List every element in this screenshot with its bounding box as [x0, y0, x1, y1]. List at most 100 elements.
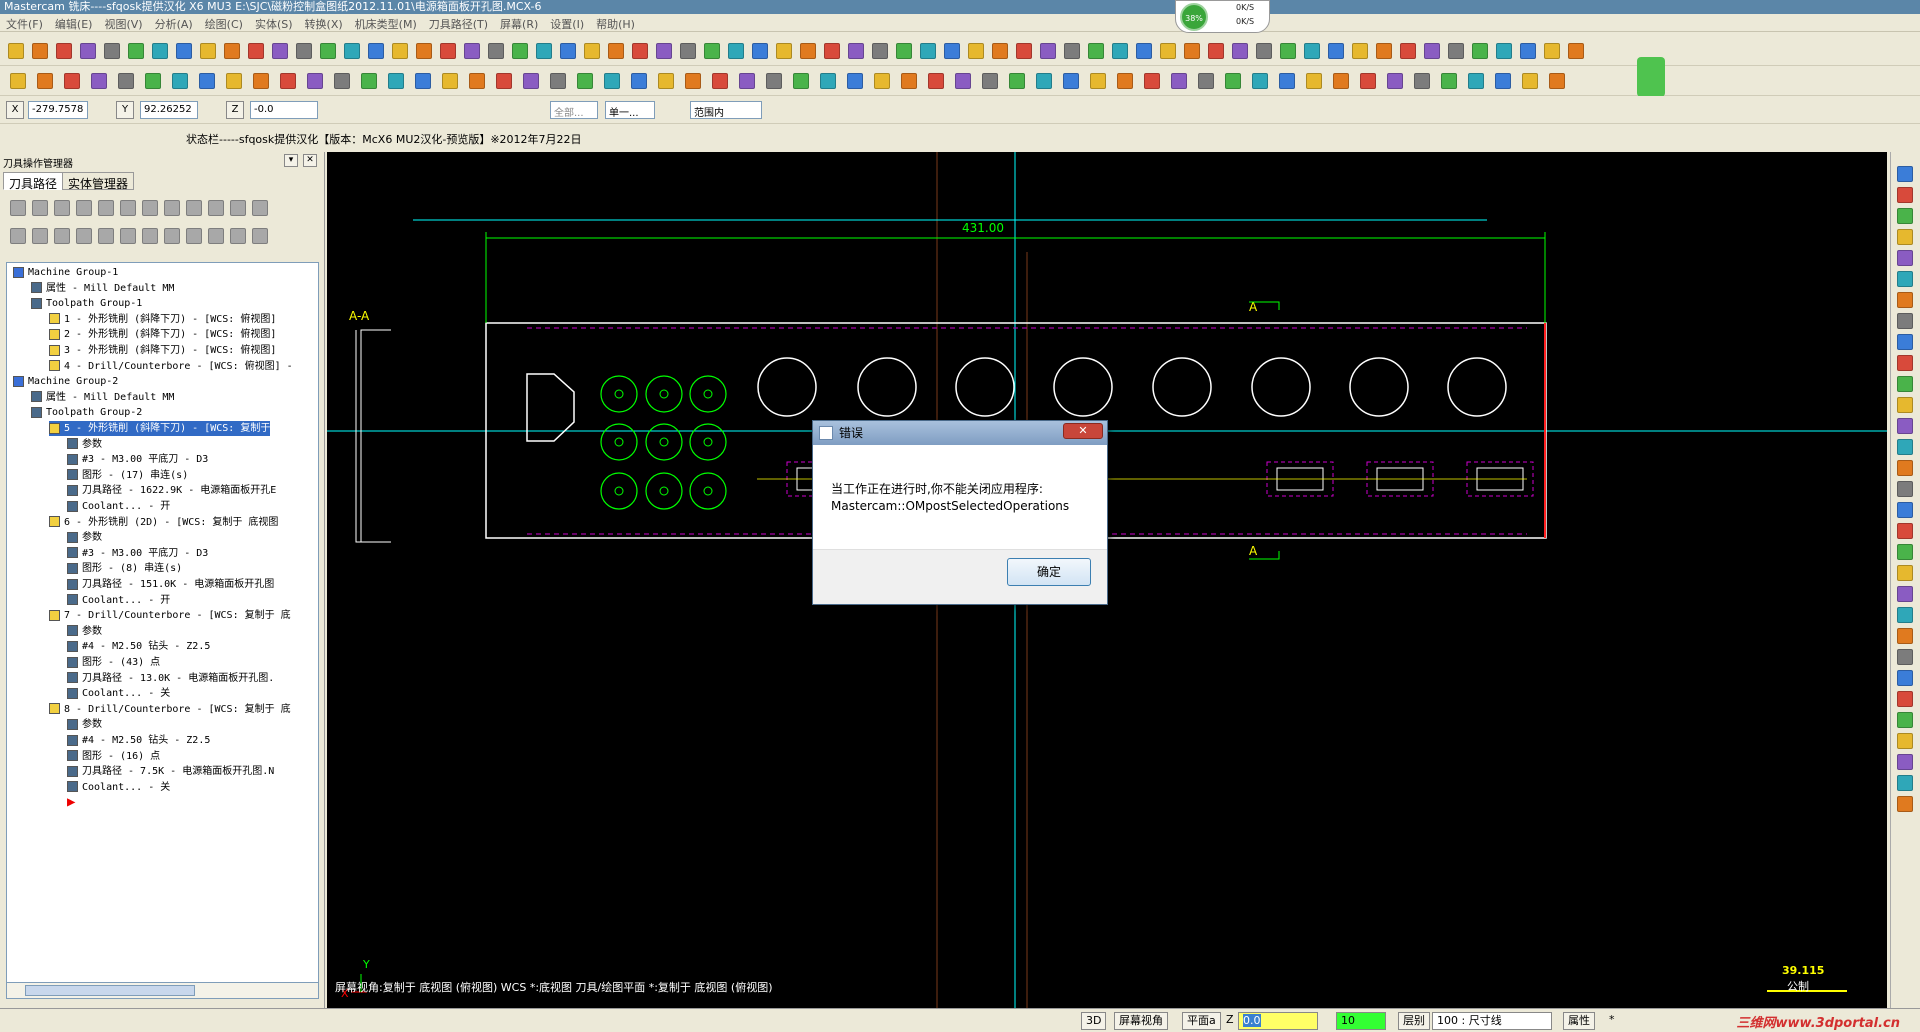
toolbar-button-icon[interactable]	[728, 43, 744, 59]
toolbar-button-icon[interactable]	[712, 73, 728, 89]
toolbar-button-icon[interactable]	[1544, 43, 1560, 59]
right-toolbar-icon[interactable]	[1897, 313, 1913, 329]
tree-node[interactable]: #4 - M2.50 钻头 - Z2.5	[67, 733, 210, 748]
tree-node[interactable]: 参数	[67, 624, 102, 639]
scrollbar-thumb[interactable]	[25, 985, 195, 996]
toolbar-button-icon[interactable]	[388, 73, 404, 89]
right-toolbar-icon[interactable]	[1897, 229, 1913, 245]
toolbar-button-icon[interactable]	[1090, 73, 1106, 89]
panel-toolbar-icon[interactable]	[142, 200, 158, 216]
right-toolbar-icon[interactable]	[1897, 334, 1913, 350]
attributes-button[interactable]: 属性	[1563, 1012, 1595, 1030]
toolbar-button-icon[interactable]	[200, 43, 216, 59]
right-toolbar-icon[interactable]	[1897, 565, 1913, 581]
menu-machine-type[interactable]: 机床类型(M)	[349, 14, 423, 34]
toolbar-button-icon[interactable]	[608, 43, 624, 59]
toolbar-button-icon[interactable]	[1063, 73, 1079, 89]
toolbar-button-icon[interactable]	[631, 73, 647, 89]
menu-file[interactable]: 文件(F)	[0, 14, 49, 34]
right-toolbar-icon[interactable]	[1897, 586, 1913, 602]
toolbar-button-icon[interactable]	[1424, 43, 1440, 59]
tree-node[interactable]: 参数	[67, 530, 102, 545]
panel-toolbar-icon[interactable]	[230, 200, 246, 216]
toolbar-button-icon[interactable]	[1414, 73, 1430, 89]
toolbar-button-icon[interactable]	[1304, 43, 1320, 59]
panel-toolbar-icon[interactable]	[230, 228, 246, 244]
btn-3d[interactable]: 3D	[1081, 1012, 1107, 1030]
panel-toolbar-icon[interactable]	[10, 200, 26, 216]
tree-node[interactable]: 参数	[67, 717, 102, 732]
toolbar-button-icon[interactable]	[8, 43, 24, 59]
right-toolbar-icon[interactable]	[1897, 523, 1913, 539]
toolbar-button-icon[interactable]	[496, 73, 512, 89]
toolbar-button-icon[interactable]	[1009, 73, 1025, 89]
toolbar-button-icon[interactable]	[56, 43, 72, 59]
toolbar-button-icon[interactable]	[1016, 43, 1032, 59]
toolbar-button-icon[interactable]	[118, 73, 134, 89]
toolbar-button-icon[interactable]	[685, 73, 701, 89]
panel-close-button[interactable]: ✕	[303, 154, 317, 167]
tree-node[interactable]: 参数	[67, 437, 102, 452]
toolbar-button-icon[interactable]	[1036, 73, 1052, 89]
toolbar-button-icon[interactable]	[280, 73, 296, 89]
right-toolbar-icon[interactable]	[1897, 271, 1913, 287]
toolbar-button-icon[interactable]	[1360, 73, 1376, 89]
toolbar-button-icon[interactable]	[1112, 43, 1128, 59]
tree-node[interactable]: 刀具路径 - 7.5K - 电源箱面板开孔图.N	[67, 764, 274, 779]
level-button[interactable]: 层别	[1398, 1012, 1430, 1030]
toolbar-button-icon[interactable]	[944, 43, 960, 59]
z-depth-input[interactable]: 0.0	[1238, 1012, 1318, 1030]
right-toolbar-icon[interactable]	[1897, 691, 1913, 707]
toolbar-button-icon[interactable]	[128, 43, 144, 59]
toolbar-button-icon[interactable]	[440, 43, 456, 59]
menu-help[interactable]: 帮助(H)	[590, 14, 641, 34]
ok-button[interactable]: 确定	[1007, 558, 1091, 586]
toolbar-button-icon[interactable]	[361, 73, 377, 89]
tab-toolpaths[interactable]: 刀具路径	[3, 172, 64, 191]
tree-node[interactable]: 图形 - (43) 点	[67, 655, 160, 670]
toolbar-button-icon[interactable]	[488, 43, 504, 59]
toolbar-button-icon[interactable]	[1160, 43, 1176, 59]
tree-node[interactable]: Machine Group-1	[13, 265, 118, 280]
toolbar-button-icon[interactable]	[847, 73, 863, 89]
toolbar-button-icon[interactable]	[469, 73, 485, 89]
panel-toolbar-icon[interactable]	[186, 228, 202, 244]
toolbar-button-icon[interactable]	[1333, 73, 1349, 89]
toolbar-button-icon[interactable]	[1387, 73, 1403, 89]
panel-toolbar-icon[interactable]	[186, 200, 202, 216]
toolbar-button-icon[interactable]	[226, 73, 242, 89]
toolbar-button-icon[interactable]	[104, 43, 120, 59]
toolbar-button-icon[interactable]	[368, 43, 384, 59]
toolbar-button-icon[interactable]	[392, 43, 408, 59]
tree-node[interactable]: Coolant... - 开	[67, 499, 170, 514]
toolbar-button-icon[interactable]	[1136, 43, 1152, 59]
panel-toolbar-icon[interactable]	[164, 200, 180, 216]
toolbar-button-icon[interactable]	[1495, 73, 1511, 89]
toolbar-button-icon[interactable]	[320, 43, 336, 59]
right-toolbar-icon[interactable]	[1897, 775, 1913, 791]
right-toolbar-icon[interactable]	[1897, 397, 1913, 413]
toolbar-button-icon[interactable]	[820, 73, 836, 89]
toolbar-button-icon[interactable]	[1522, 73, 1538, 89]
panel-toolbar-icon[interactable]	[252, 200, 268, 216]
tree-node[interactable]: #4 - M2.50 钻头 - Z2.5	[67, 639, 210, 654]
toolbar-button-icon[interactable]	[512, 43, 528, 59]
tree-node[interactable]: 7 - Drill/Counterbore - [WCS: 复制于 底	[49, 608, 291, 623]
tree-node[interactable]: 5 - 外形铣削 (斜降下刀) - [WCS: 复制于	[49, 421, 271, 436]
tree-node[interactable]: 图形 - (17) 串连(s)	[67, 468, 188, 483]
toolbar-button-icon[interactable]	[1496, 43, 1512, 59]
panel-toolbar-icon[interactable]	[98, 228, 114, 244]
toolbar-button-icon[interactable]	[37, 73, 53, 89]
toolbar-button-icon[interactable]	[272, 43, 288, 59]
toolbar-button-icon[interactable]	[64, 73, 80, 89]
toolbar-button-icon[interactable]	[307, 73, 323, 89]
panel-toolbar-icon[interactable]	[120, 200, 136, 216]
toolbar-button-icon[interactable]	[1225, 73, 1241, 89]
toolbar-button-icon[interactable]	[536, 43, 552, 59]
toolbar-button-icon[interactable]	[296, 43, 312, 59]
toolbar-button-icon[interactable]	[1568, 43, 1584, 59]
toolbar-button-icon[interactable]	[793, 73, 809, 89]
menu-screen[interactable]: 屏幕(R)	[494, 14, 544, 34]
toolbar-button-icon[interactable]	[1171, 73, 1187, 89]
toolbar-button-icon[interactable]	[1328, 43, 1344, 59]
